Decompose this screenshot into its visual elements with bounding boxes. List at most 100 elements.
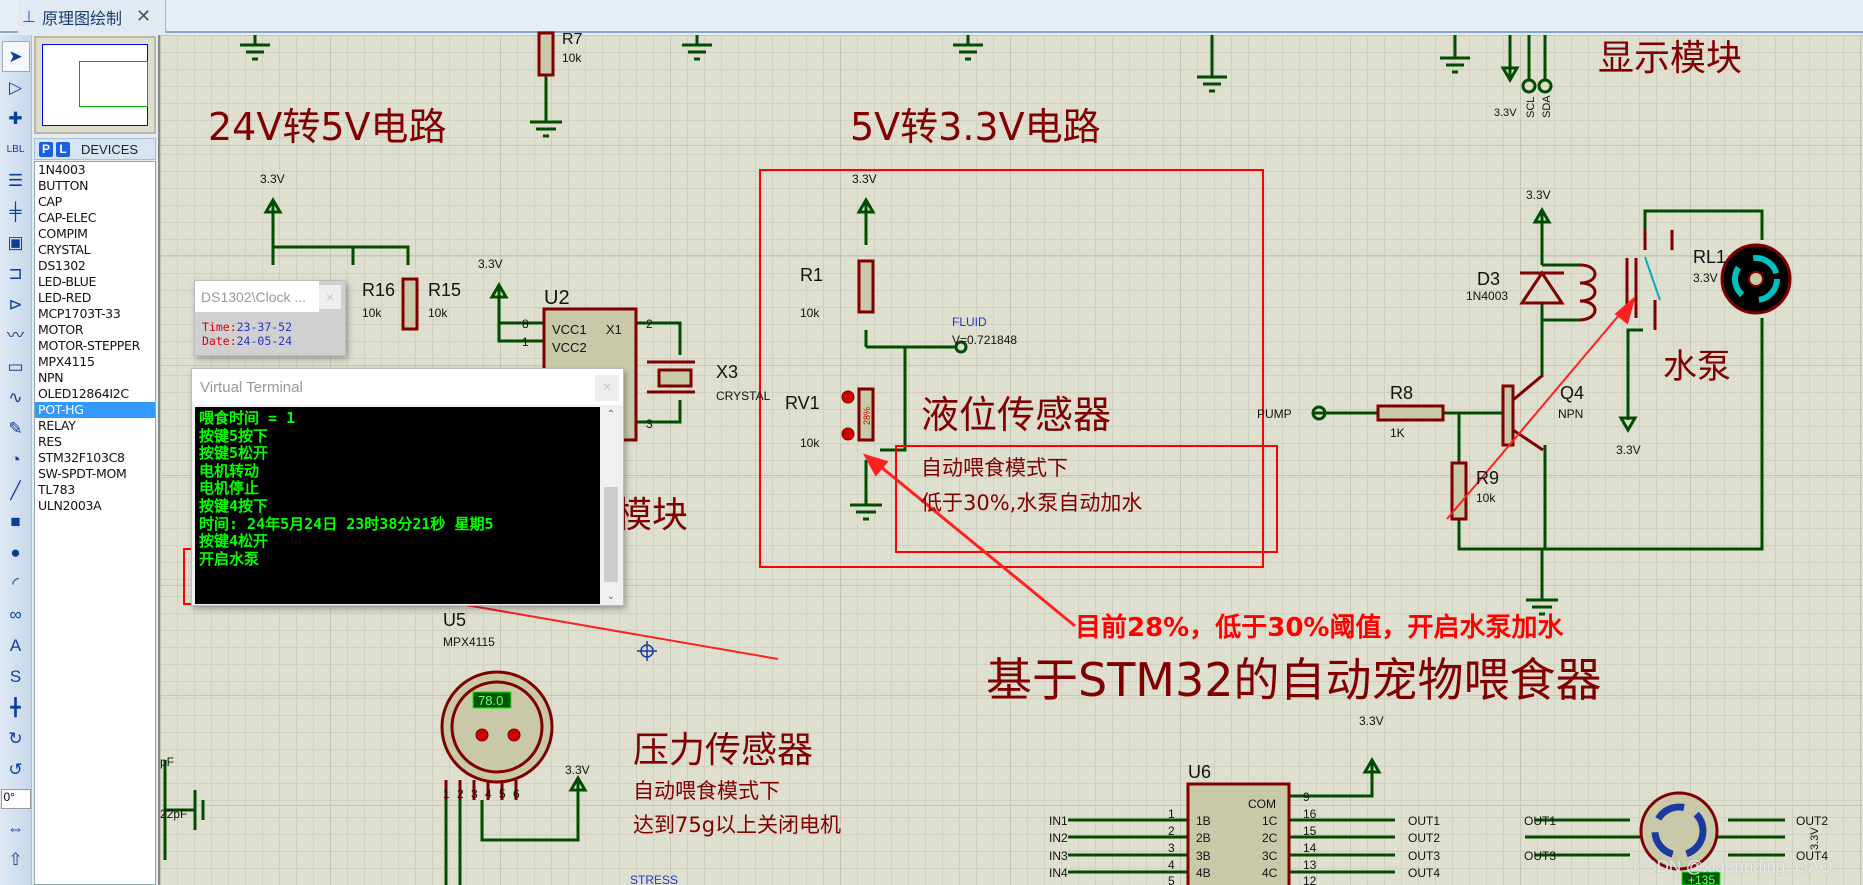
status-annotation: 目前28%，低于30%阈值，开启水泵加水 xyxy=(1075,612,1564,643)
u6-4b: 4B xyxy=(1196,866,1211,880)
u6-2b: 2B xyxy=(1196,831,1211,845)
x3-type: CRYSTAL xyxy=(716,389,771,403)
date-label: Date: xyxy=(202,334,237,348)
pressure-note-line2: 达到75g以上关闭电机 xyxy=(633,813,841,837)
terminal-line: 开启水泵 xyxy=(199,549,260,568)
vcc-label: 3.3V xyxy=(565,763,590,777)
u2-pin-2: 2 xyxy=(646,317,653,331)
sda-label: SDA xyxy=(1541,95,1553,118)
vcc-label: 3.3V xyxy=(260,172,285,186)
stepper-out3: OUT3 xyxy=(1524,849,1556,863)
stress-label: STRESS xyxy=(630,873,678,885)
watermark: CSDN @xiaobuding_QAQ xyxy=(1633,857,1833,876)
output-out1: OUT1 xyxy=(1408,814,1440,828)
r1-value: 10k xyxy=(800,306,820,320)
u6-pin-13: 13 xyxy=(1303,858,1317,872)
u5-pin-1: 1 xyxy=(443,787,450,801)
clock-popup-title: DS1302\Clock ... xyxy=(195,281,319,312)
r16-value: 10k xyxy=(362,306,382,320)
q4-type: NPN xyxy=(1558,407,1583,421)
terminal-line: 按键4按下 xyxy=(199,496,269,515)
u6-pin-in3: 3 xyxy=(1168,841,1175,855)
u2-name: U2 xyxy=(544,287,570,309)
project-title: 基于STM32的自动宠物喂食器 xyxy=(986,653,1602,707)
scroll-up-icon[interactable]: ⌃ xyxy=(602,409,620,420)
u5-pin-3: 3 xyxy=(471,787,478,801)
r8-name: R8 xyxy=(1390,383,1413,403)
u6-pin-15: 15 xyxy=(1303,824,1317,838)
u2-pin-x1: X1 xyxy=(606,322,622,337)
u6-3c: 3C xyxy=(1262,849,1278,863)
input-in2: IN2 xyxy=(1049,831,1068,845)
u2-pin-vcc2: VCC2 xyxy=(552,340,587,355)
u5-pin-2: 2 xyxy=(457,787,464,801)
u2-pin-3: 3 xyxy=(646,417,653,431)
clock-close-button[interactable]: × xyxy=(319,285,341,309)
terminal-line: 时间: 24年5月24日 23时38分21秒 星期5 xyxy=(199,514,494,533)
u6-pin-14: 14 xyxy=(1303,841,1317,855)
u6-2c: 2C xyxy=(1262,831,1278,845)
input-in3: IN3 xyxy=(1049,849,1068,863)
u6-pin-9: 9 xyxy=(1303,790,1310,804)
x3-name: X3 xyxy=(716,362,738,382)
rl1-name: RL1 xyxy=(1693,247,1726,267)
vcc-label: 3.3V xyxy=(1526,188,1551,202)
rv1-value: 10k xyxy=(800,436,820,450)
u6-com: COM xyxy=(1248,797,1276,811)
vcc-label: 3.3V xyxy=(852,172,877,186)
q4-name: Q4 xyxy=(1560,383,1584,403)
d3-name: D3 xyxy=(1477,269,1500,289)
r15-name: R15 xyxy=(428,280,461,300)
terminal-line: 喂食时间 = 1 xyxy=(199,409,296,427)
r7-name: R7 xyxy=(562,31,583,48)
level-note-line1: 自动喂食模式下 xyxy=(921,456,1068,480)
scroll-down-icon[interactable]: ⌄ xyxy=(602,591,620,602)
heading-display-module: 显示模块 xyxy=(1598,38,1742,79)
u5-pin-6: 6 xyxy=(513,787,520,801)
output-out2: OUT2 xyxy=(1408,831,1440,845)
terminal-line: 按键5按下 xyxy=(199,426,269,445)
heading-5v-to-3v3: 5V转3.3V电路 xyxy=(850,105,1101,149)
stepper-out2: OUT2 xyxy=(1796,814,1828,828)
input-in1: IN1 xyxy=(1049,814,1068,828)
virtual-terminal-window[interactable]: Virtual Terminal × 喂食时间 = 1 按键5按下 按键5松开 电机转… xyxy=(191,368,624,606)
u5-type: MPX4115 xyxy=(443,635,495,649)
vcc-label: 3.3V xyxy=(1494,107,1517,119)
u6-pin-in4: 4 xyxy=(1168,858,1175,872)
rv1-position[interactable]: 28% xyxy=(862,407,872,425)
u6-pin-in1: 1 xyxy=(1168,807,1175,821)
vcc-label: 3.3V xyxy=(478,257,503,271)
level-note-line2: 低于30%,水泵自动加水 xyxy=(921,491,1142,515)
vcc-label: 3.3V xyxy=(1616,443,1641,457)
r1-name: R1 xyxy=(800,265,823,285)
terminal-scrollbar[interactable]: ⌃ ⌄ xyxy=(602,407,620,604)
fluid-probe-label: FLUID xyxy=(952,315,987,329)
u6-3b: 3B xyxy=(1196,849,1211,863)
u6-pin-12: 12 xyxy=(1303,874,1317,885)
scl-label: SCL xyxy=(1525,97,1537,118)
u6-1c: 1C xyxy=(1262,814,1278,828)
terminal-output[interactable]: 喂食时间 = 1 按键5按下 按键5松开 电机转动 电机停止 按键4按下 时间: 24年5月… xyxy=(195,407,600,604)
r8-value: 1K xyxy=(1390,426,1405,440)
r16-name: R16 xyxy=(362,280,395,300)
d3-type: 1N4003 xyxy=(1466,289,1508,303)
terminal-line: 电机转动 xyxy=(199,461,260,480)
pressure-note-line1: 自动喂食模式下 xyxy=(633,779,780,803)
rl1-value: 3.3V xyxy=(1693,271,1718,285)
heading-module: 模块 xyxy=(616,495,688,536)
terminal-close-button[interactable]: × xyxy=(595,375,619,401)
u5-pressure-reading: 78.0 xyxy=(478,693,503,708)
terminal-line: 按键5松开 xyxy=(199,444,269,463)
pump-label: 水泵 xyxy=(1663,347,1731,387)
u6-pin-in2: 2 xyxy=(1168,824,1175,838)
u2-pin-1: 1 xyxy=(522,335,529,349)
rv1-name: RV1 xyxy=(785,393,820,413)
stepper-out1: OUT1 xyxy=(1524,814,1556,828)
ds1302-clock-popup[interactable]: DS1302\Clock ... × Time:23-37-52 Date:24… xyxy=(194,280,346,356)
scrollbar-thumb[interactable] xyxy=(604,487,618,582)
output-out4: OUT4 xyxy=(1408,866,1440,880)
u5-pin-5: 5 xyxy=(499,787,506,801)
u5-pin-4: 4 xyxy=(485,787,492,801)
stepper-vcc: 3.3V xyxy=(1809,827,1821,850)
vcc-label: 3.3V xyxy=(1359,714,1384,728)
